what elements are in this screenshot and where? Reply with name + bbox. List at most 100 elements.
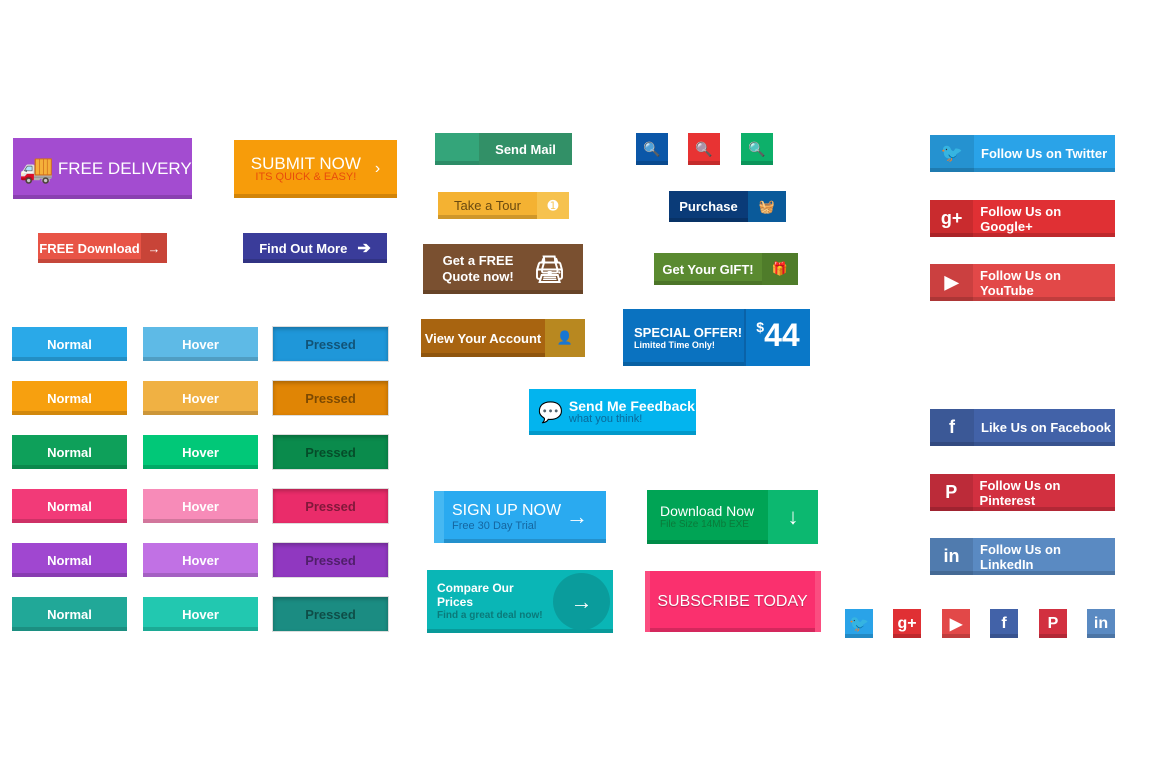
hover-state-button[interactable]: Hover <box>143 381 258 415</box>
pressed-state-button[interactable]: Pressed <box>273 597 388 631</box>
normal-state-button[interactable]: Normal <box>12 435 127 469</box>
normal-state-button[interactable]: Normal <box>12 327 127 361</box>
state-label: Hover <box>182 390 219 406</box>
pressed-state-button[interactable]: Pressed <box>273 543 388 577</box>
compare-prices-button[interactable]: Compare Our Prices Find a great deal now!… <box>427 570 613 633</box>
feedback-button[interactable]: 💬 Send Me Feedback what you think! <box>529 389 696 435</box>
state-label: Hover <box>182 552 219 568</box>
youtube-icon: ▶ <box>949 615 963 633</box>
feedback-label: Send Me Feedback <box>568 397 695 414</box>
search-icon: 🔍 <box>643 140 661 157</box>
search-button[interactable]: 🔍 <box>741 133 773 165</box>
state-label: Hover <box>182 498 219 514</box>
currency-symbol: $ <box>756 319 765 335</box>
pinterest-square-button[interactable]: P <box>1039 609 1067 638</box>
linkedin-icon: in <box>930 538 974 575</box>
hover-state-button[interactable]: Hover <box>143 489 258 523</box>
social-facebook-button[interactable]: f Like Us on Facebook <box>930 409 1115 446</box>
basket-icon: 🧺 <box>748 191 786 222</box>
social-twitter-button[interactable]: 🐦 Follow Us on Twitter <box>930 135 1115 172</box>
social-label: Follow Us on LinkedIn <box>980 541 1061 572</box>
mail-icon-area <box>435 133 479 165</box>
social-youtube-button[interactable]: ▶ Follow Us on YouTube <box>930 264 1115 301</box>
google-plus-square-button[interactable]: g+ <box>893 609 921 638</box>
take-tour-label: Take a Tour <box>454 198 521 213</box>
download-now-button[interactable]: Download Now File Size 14Mb EXE ↓ <box>647 490 818 544</box>
normal-state-button[interactable]: Normal <box>12 543 127 577</box>
arrow-right-icon: → <box>566 504 588 529</box>
state-label: Normal <box>47 552 92 568</box>
state-label: Normal <box>47 336 92 352</box>
view-account-button[interactable]: View Your Account 👤 <box>421 319 585 357</box>
hover-state-button[interactable]: Hover <box>143 435 258 469</box>
state-label: Normal <box>47 444 92 460</box>
gift-button[interactable]: Get Your GIFT! 🎁 <box>654 253 798 285</box>
arrow-right-icon: → <box>141 233 167 263</box>
submit-now-label: SUBMIT NOW <box>250 154 361 173</box>
social-pinterest-button[interactable]: P Follow Us on Pinterest <box>930 474 1115 511</box>
twitter-icon: 🐦 <box>849 615 869 633</box>
free-delivery-button[interactable]: 🚚 FREE DELIVERY <box>13 138 192 199</box>
google-plus-icon: g+ <box>897 614 917 632</box>
state-label: Pressed <box>305 552 356 568</box>
linkedin-square-button[interactable]: in <box>1087 609 1115 638</box>
truck-icon: 🚚 <box>19 153 54 184</box>
youtube-square-button[interactable]: ▶ <box>942 609 970 638</box>
free-quote-button[interactable]: Get a FREE Quote now! 🖨 <box>423 244 583 294</box>
feedback-sublabel: what you think! <box>568 412 643 425</box>
social-label: Follow Us on Google+ <box>980 203 1062 234</box>
youtube-icon: ▶ <box>930 264 974 301</box>
purchase-button[interactable]: Purchase 🧺 <box>669 191 786 222</box>
social-linkedin-button[interactable]: in Follow Us on LinkedIn <box>930 538 1115 575</box>
submit-now-button[interactable]: SUBMIT NOW ITS QUICK & EASY! › <box>234 140 397 198</box>
free-download-label: FREE Download <box>39 240 140 256</box>
facebook-square-button[interactable]: f <box>990 609 1018 638</box>
price-value: 44 <box>764 317 800 353</box>
pinterest-icon: P <box>930 474 973 511</box>
send-mail-button[interactable]: Send Mail <box>435 133 572 165</box>
printer-icon: 🖨 <box>533 253 567 284</box>
gift-label: Get Your GIFT! <box>662 261 754 277</box>
social-label: Follow Us on Twitter <box>981 146 1108 161</box>
sign-up-button[interactable]: SIGN UP NOW Free 30 Day Trial → <box>434 491 606 543</box>
download-label: Download Now <box>660 502 755 519</box>
user-icon: 👤 <box>545 319 585 357</box>
pressed-state-button[interactable]: Pressed <box>273 327 388 361</box>
pressed-state-button[interactable]: Pressed <box>273 489 388 523</box>
social-label: Follow Us on Pinterest <box>979 477 1061 508</box>
purchase-label: Purchase <box>679 199 738 214</box>
special-offer-label: SPECIAL OFFER! <box>634 325 743 340</box>
state-label: Hover <box>182 606 219 622</box>
social-google-plus-button[interactable]: g+ Follow Us on Google+ <box>930 200 1115 237</box>
pinterest-icon: P <box>1047 614 1059 632</box>
normal-state-button[interactable]: Normal <box>12 597 127 631</box>
state-label: Pressed <box>305 444 356 460</box>
chevron-circle-icon: ➊ <box>537 192 569 219</box>
pressed-state-button[interactable]: Pressed <box>273 381 388 415</box>
search-button[interactable]: 🔍 <box>688 133 720 165</box>
facebook-icon: f <box>1001 614 1007 632</box>
submit-now-sublabel: ITS QUICK & EASY! <box>255 171 357 183</box>
state-label: Pressed <box>305 498 356 514</box>
pressed-state-button[interactable]: Pressed <box>273 435 388 469</box>
hover-state-button[interactable]: Hover <box>143 543 258 577</box>
subscribe-button[interactable]: SUBSCRIBE TODAY <box>645 571 821 632</box>
normal-state-button[interactable]: Normal <box>12 489 127 523</box>
search-button[interactable]: 🔍 <box>636 133 668 165</box>
download-sublabel: File Size 14Mb EXE <box>660 519 749 531</box>
facebook-icon: f <box>930 409 974 446</box>
speech-bubble-icon: 💬 <box>538 401 563 424</box>
find-out-more-button[interactable]: Find Out More ➔ <box>243 233 387 263</box>
normal-state-button[interactable]: Normal <box>12 381 127 415</box>
state-label: Normal <box>47 498 92 514</box>
hover-state-button[interactable]: Hover <box>143 327 258 361</box>
twitter-square-button[interactable]: 🐦 <box>845 609 873 638</box>
free-download-button[interactable]: FREE Download → <box>38 233 167 263</box>
hover-state-button[interactable]: Hover <box>143 597 258 631</box>
special-offer-button[interactable]: SPECIAL OFFER! Limited Time Only! $44 <box>623 309 810 366</box>
twitter-icon: 🐦 <box>930 135 974 172</box>
sign-up-label: SIGN UP NOW <box>452 502 562 520</box>
social-label: Like Us on Facebook <box>981 420 1112 435</box>
state-label: Hover <box>182 336 219 352</box>
take-tour-button[interactable]: Take a Tour ➊ <box>438 192 569 219</box>
